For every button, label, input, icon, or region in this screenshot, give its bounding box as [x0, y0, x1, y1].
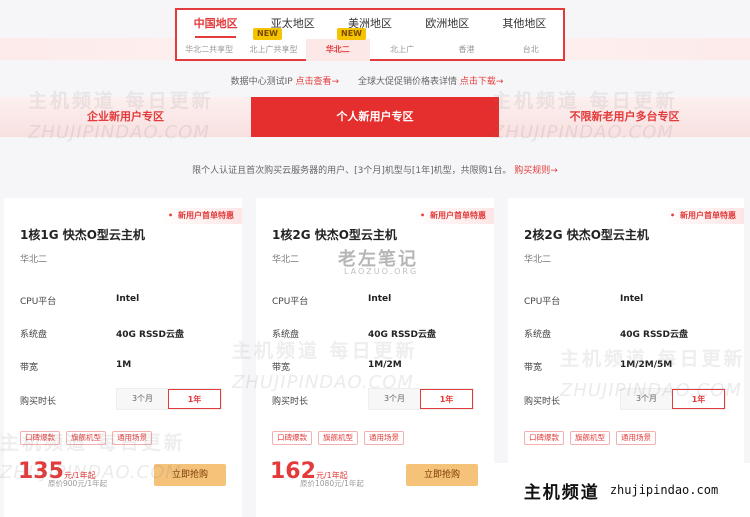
duration-option-3-months[interactable]: 3个月: [621, 389, 672, 409]
zone-tab-enterprise[interactable]: 企业新用户专区: [0, 97, 251, 137]
feature-chip: 旗舰机型: [570, 431, 610, 445]
subregion-tab-north2-shared[interactable]: 华北二共享型: [177, 39, 241, 61]
duration-selector: 3个月 1年: [116, 388, 222, 410]
spec-label: 带宽: [20, 363, 39, 373]
spec-label: CPU平台: [20, 297, 57, 307]
new-user-tag: 新用户首单特惠: [412, 208, 494, 224]
spec-label: 购买时长: [524, 397, 561, 407]
purchase-limit-text: 限个人认证且首次购买云服务器的用户、[3个月]机型与[1年]机型，共限购1台。: [192, 166, 512, 176]
new-user-tag: 新用户首单特惠: [662, 208, 744, 224]
user-zone-tabs: 企业新用户专区 个人新用户专区 不限新老用户多台专区: [0, 97, 750, 137]
spec-value[interactable]: 1M/2M/5M: [620, 360, 672, 370]
new-badge: NEW: [253, 28, 282, 40]
spec-value[interactable]: 1M/2M: [368, 360, 402, 370]
site-brand-banner: 主机频道 zhujipindao.com: [492, 463, 750, 517]
info-line: 数据中心测试IP 点击查看→ 全球大促促销价格表详情 点击下载→: [0, 74, 750, 87]
duration-option-1-year[interactable]: 1年: [672, 389, 725, 409]
price-table-text: 全球大促促销价格表详情: [357, 77, 457, 87]
buy-now-button[interactable]: 立即抢购: [406, 464, 478, 486]
new-user-tag: 新用户首单特惠: [160, 208, 242, 224]
duration-option-1-year[interactable]: 1年: [168, 389, 221, 409]
view-test-ip-link[interactable]: 点击查看→: [296, 77, 340, 87]
spec-label: 购买时长: [20, 397, 57, 407]
feature-chips: 口碑爆款 旗舰机型 通用场景: [524, 431, 656, 445]
original-price: 原价900元/1年起: [48, 479, 108, 488]
duration-option-1-year[interactable]: 1年: [420, 389, 473, 409]
spec-row-disk: 系统盘 40G RSSD云盘: [524, 327, 734, 341]
spec-label: 系统盘: [272, 330, 300, 340]
spec-value: Intel: [620, 294, 644, 304]
watermark-laozuo-domain: LAOZUO.ORG: [344, 267, 419, 276]
feature-chips: 口碑爆款 旗舰机型 通用场景: [20, 431, 152, 445]
spec-row-bandwidth: 带宽 1M: [20, 360, 230, 374]
product-zone: 华北二: [20, 255, 48, 265]
feature-chip: 旗舰机型: [318, 431, 358, 445]
spec-label: 系统盘: [524, 330, 552, 340]
brand-name: 主机频道: [523, 482, 600, 503]
region-selector: 中国地区 亚太地区 美洲地区 欧洲地区 其他地区 华北二共享型 北上广共享型 华…: [175, 8, 565, 61]
spec-row-cpu: CPU平台 Intel: [20, 294, 230, 308]
brand-domain: zhujipindao.com: [609, 483, 719, 497]
duration-selector: 3个月 1年: [620, 388, 726, 410]
duration-option-3-months[interactable]: 3个月: [369, 389, 420, 409]
region-tab-china[interactable]: 中国地区: [177, 10, 254, 38]
feature-chip: 口碑爆款: [272, 431, 312, 445]
spec-label: CPU平台: [272, 297, 309, 307]
subregion-tab-taipei[interactable]: 台北: [499, 39, 563, 61]
spec-label: CPU平台: [524, 297, 561, 307]
spec-value: Intel: [116, 294, 140, 304]
feature-chip: 口碑爆款: [524, 431, 564, 445]
subregion-tabs: 华北二共享型 北上广共享型 华北二 北上广 香港 台北: [177, 39, 563, 61]
spec-label: 系统盘: [20, 330, 48, 340]
duration-selector: 3个月 1年: [368, 388, 474, 410]
spec-value: 40G RSSD云盘: [368, 330, 437, 340]
region-tabs: 中国地区 亚太地区 美洲地区 欧洲地区 其他地区: [177, 10, 563, 38]
purchase-rules-link[interactable]: 购买规则→: [514, 166, 558, 176]
spec-value: 40G RSSD云盘: [116, 330, 185, 340]
spec-value: Intel: [368, 294, 392, 304]
subregion-tab-north2[interactable]: 华北二: [305, 39, 370, 61]
product-zone: 华北二: [272, 255, 300, 265]
spec-label: 带宽: [524, 363, 543, 373]
spec-value[interactable]: 1M: [116, 360, 131, 370]
buy-now-button[interactable]: 立即抢购: [154, 464, 226, 486]
product-name: 1核1G 快杰O型云主机: [20, 228, 145, 242]
subregion-tab-bsg-shared[interactable]: 北上广共享型: [241, 39, 305, 61]
region-tab-other[interactable]: 其他地区: [486, 10, 563, 38]
product-name: 2核2G 快杰O型云主机: [524, 228, 649, 242]
subregion-tab-hongkong[interactable]: 香港: [434, 39, 498, 61]
feature-chip: 口碑爆款: [20, 431, 60, 445]
new-badge: NEW: [337, 28, 366, 40]
spec-label: 带宽: [272, 363, 291, 373]
zone-tab-personal[interactable]: 个人新用户专区: [251, 97, 499, 137]
download-price-table-link[interactable]: 点击下载→: [460, 77, 504, 87]
spec-row-disk: 系统盘 40G RSSD云盘: [20, 327, 230, 341]
spec-row-bandwidth: 带宽 1M/2M/5M: [524, 360, 734, 374]
purchase-description: 限个人认证且首次购买云服务器的用户、[3个月]机型与[1年]机型，共限购1台。 …: [0, 163, 750, 176]
feature-chip: 通用场景: [364, 431, 404, 445]
product-zone: 华北二: [524, 255, 552, 265]
spec-row-disk: 系统盘 40G RSSD云盘: [272, 327, 482, 341]
duration-option-3-months[interactable]: 3个月: [117, 389, 168, 409]
spec-row-cpu: CPU平台 Intel: [524, 294, 734, 308]
feature-chip: 旗舰机型: [66, 431, 106, 445]
product-card: 新用户首单特惠 1核1G 快杰O型云主机 华北二 CPU平台 Intel 系统盘…: [4, 198, 242, 517]
subregion-tab-bsg[interactable]: 北上广: [370, 39, 434, 61]
region-tab-europe[interactable]: 欧洲地区: [409, 10, 486, 38]
feature-chip: 通用场景: [616, 431, 656, 445]
datacenter-test-ip-text: 数据中心测试IP: [230, 77, 293, 87]
product-name: 1核2G 快杰O型云主机: [272, 228, 397, 242]
feature-chips: 口碑爆款 旗舰机型 通用场景: [272, 431, 404, 445]
feature-chip: 通用场景: [112, 431, 152, 445]
spec-row-bandwidth: 带宽 1M/2M: [272, 360, 482, 374]
spec-value: 40G RSSD云盘: [620, 330, 689, 340]
spec-row-cpu: CPU平台 Intel: [272, 294, 482, 308]
zone-tab-unlimited[interactable]: 不限新老用户多台专区: [499, 97, 750, 137]
spec-label: 购买时长: [272, 397, 309, 407]
original-price: 原价1080元/1年起: [300, 479, 364, 488]
